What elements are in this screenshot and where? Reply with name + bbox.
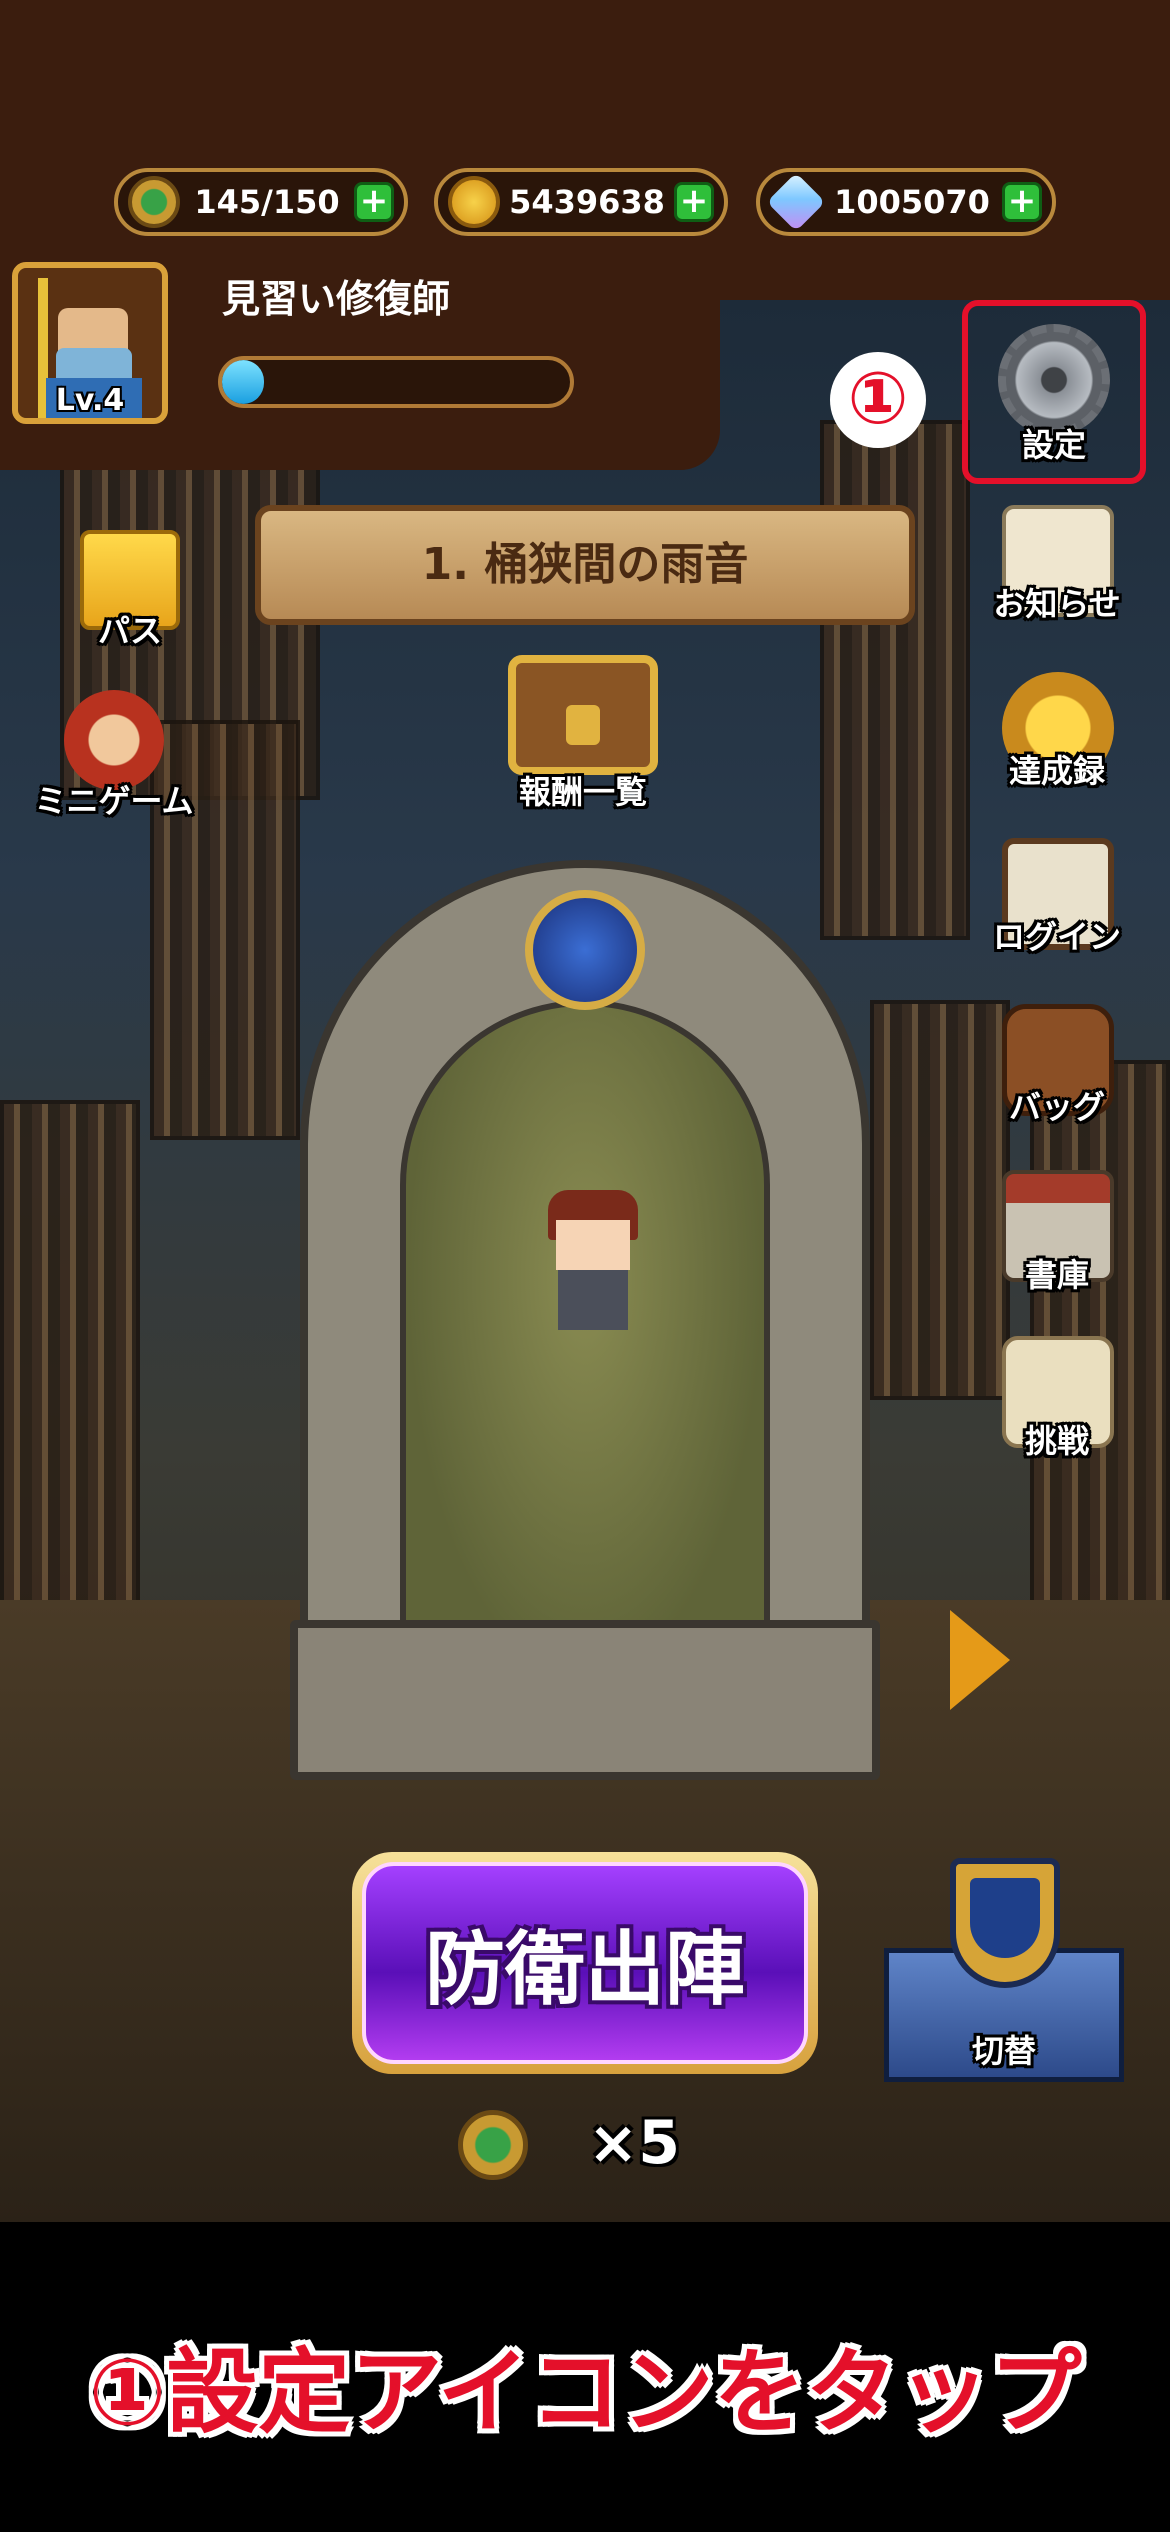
login-label: ログイン: [992, 918, 1121, 956]
rewards-label: 報酬一覧: [518, 773, 647, 811]
stamina-cost: ×5: [458, 2100, 718, 2190]
rewards-button[interactable]: 報酬一覧: [488, 655, 678, 825]
step-marker: ①: [830, 352, 926, 448]
add-gems-button[interactable]: +: [1002, 182, 1042, 222]
tower-shield-icon: [950, 1858, 1060, 1988]
player-title: 見習い修復師: [222, 277, 451, 321]
stamina-pill[interactable]: 145/150 +: [114, 168, 408, 236]
minigame-label: ミニゲーム: [34, 782, 194, 820]
shield-gem-icon: [525, 890, 645, 1010]
coins-pill[interactable]: 5439638 +: [434, 168, 728, 236]
library-label: 書庫: [1024, 1256, 1089, 1294]
hero-character: [548, 1190, 638, 1340]
portal-opening: [400, 1000, 770, 1690]
achievements-button[interactable]: 達成録: [972, 672, 1142, 822]
hero-torso: [558, 1270, 628, 1330]
next-arrow-icon[interactable]: [950, 1610, 1010, 1710]
sortie-button[interactable]: 防衛出陣: [352, 1852, 818, 2074]
stage-name: 1. 桶狭間の雨音: [421, 539, 749, 590]
instruction-caption: ①設定アイコンをタップ: [88, 2339, 1082, 2446]
crystal-icon: [766, 172, 826, 232]
stage-banner[interactable]: 1. 桶狭間の雨音: [255, 505, 915, 625]
coins-value: 5439638: [509, 183, 665, 221]
minigame-icon: [64, 690, 164, 790]
switch-label: 切替: [971, 2032, 1036, 2070]
challenge-button[interactable]: 挑戦: [972, 1336, 1142, 1486]
pass-button[interactable]: パス: [40, 530, 220, 680]
bag-button[interactable]: バッグ: [972, 1004, 1142, 1154]
sortie-label: 防衛出陣: [425, 1923, 745, 2016]
minigame-button[interactable]: ミニゲーム: [24, 690, 204, 840]
notice-label: お知らせ: [993, 585, 1121, 623]
add-coins-button[interactable]: +: [674, 182, 714, 222]
stamina-value: 145/150: [194, 183, 340, 221]
achievements-label: 達成録: [1008, 752, 1105, 790]
stamina-cost-value: ×5: [588, 2108, 681, 2178]
switch-button[interactable]: 切替: [884, 1848, 1124, 2082]
sortie-button-face: 防衛出陣: [362, 1862, 808, 2064]
login-button[interactable]: ログイン: [972, 838, 1142, 988]
challenge-label: 挑戦: [1024, 1422, 1089, 1460]
stopwatch-icon: [128, 176, 180, 228]
player-level: Lv.4: [55, 383, 125, 418]
xp-bar: [218, 356, 574, 408]
gems-pill[interactable]: 1005070 +: [756, 168, 1056, 236]
stopwatch-icon: [458, 2110, 528, 2180]
chest-lock: [566, 705, 600, 745]
settings-button[interactable]: 設定: [962, 300, 1146, 484]
notice-button[interactable]: お知らせ: [972, 505, 1142, 655]
library-button[interactable]: 書庫: [972, 1170, 1142, 1320]
add-stamina-button[interactable]: +: [354, 182, 394, 222]
stage-portal: [290, 860, 880, 1780]
portal-base: [290, 1620, 880, 1780]
pass-label: パス: [97, 612, 162, 650]
coin-icon: [448, 176, 500, 228]
settings-label: 設定: [1021, 426, 1086, 464]
hero-head: [556, 1220, 630, 1270]
gems-value: 1005070: [834, 183, 990, 221]
xp-bar-fill: [222, 360, 264, 404]
bag-label: バッグ: [1008, 1088, 1105, 1126]
bookshelf: [0, 1100, 140, 1640]
player-avatar[interactable]: Lv.4: [12, 262, 168, 424]
